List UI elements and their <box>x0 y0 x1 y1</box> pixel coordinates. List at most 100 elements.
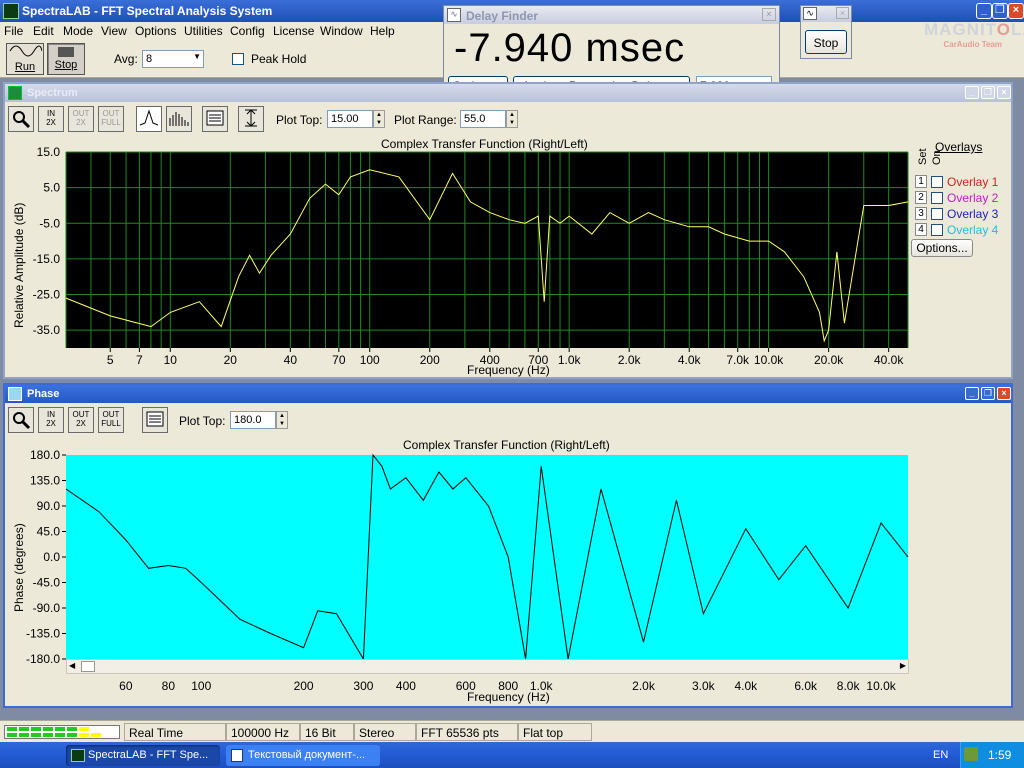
close-icon[interactable]: × <box>762 8 776 21</box>
y-tick-label: -90.0 <box>33 601 61 615</box>
status-fft-size: FFT 65536 pts <box>416 723 518 741</box>
stop-label: Stop <box>54 59 78 71</box>
x-tick-label: 40 <box>284 353 298 367</box>
overlay-label: Overlay 4 <box>947 223 999 237</box>
document-icon <box>231 749 243 762</box>
overlay-on-checkbox[interactable] <box>931 192 943 204</box>
taskbar-text-document[interactable]: Текстовый документ-... <box>226 745 380 766</box>
x-tick-label: 10 <box>164 353 178 367</box>
menu-options[interactable]: Options <box>135 24 176 38</box>
taskbar-spectralab-label: SpectraLAB - FFT Spe... <box>88 749 209 761</box>
menu-license[interactable]: License <box>273 24 314 38</box>
taskbar: SpectraLAB - FFT Spe... Текстовый докуме… <box>0 742 1024 768</box>
overlay-set-button[interactable]: 4 <box>915 223 927 236</box>
x-tick-label: 4.0k <box>678 353 702 367</box>
menu-window[interactable]: Window <box>320 24 363 38</box>
scroll-right-icon[interactable]: ▶ <box>900 661 906 670</box>
x-tick-label: 400 <box>396 679 416 693</box>
x-tick-label: 10.0k <box>754 353 784 367</box>
menu-help[interactable]: Help <box>370 24 395 38</box>
clock: 1:59 <box>988 748 1012 762</box>
x-tick-label: 10.0k <box>866 679 896 693</box>
taskbar-spectralab[interactable]: SpectraLAB - FFT Spe... <box>66 745 220 766</box>
y-tick-label: 90.0 <box>37 499 61 513</box>
x-tick-label: 60 <box>119 679 133 693</box>
overlay-on-checkbox[interactable] <box>931 176 943 188</box>
phase-plot[interactable]: 180.0 135.0 90.0 45.0 0.0 -45.0 -90.0 -135.0 -18… <box>5 385 1011 706</box>
chevron-down-icon: ▼ <box>193 52 201 61</box>
x-tick-label: 4.0k <box>734 679 758 693</box>
restore-icon[interactable]: ❐ <box>992 3 1008 19</box>
avg-select[interactable]: 8 ▼ <box>142 50 204 68</box>
y-tick-label: -45.0 <box>33 576 61 590</box>
system-tray: 1:59 <box>960 742 1024 768</box>
overlays-options-button[interactable]: Options... <box>911 239 973 257</box>
menu-file[interactable]: File <box>4 24 23 38</box>
y-tick-label: -25.0 <box>33 288 61 302</box>
overlay-set-button[interactable]: 1 <box>915 175 927 188</box>
close-icon[interactable]: × <box>836 7 849 19</box>
status-bit-depth: 16 Bit <box>300 723 354 741</box>
close-icon[interactable]: × <box>1008 3 1024 19</box>
stop-mini-title-bar: ∿ × <box>801 6 851 22</box>
stop-square-icon <box>58 47 74 57</box>
overlay-on-checkbox[interactable] <box>931 224 943 236</box>
stop-button[interactable]: Stop <box>47 43 85 75</box>
stop-window-button[interactable]: Stop <box>805 30 847 54</box>
x-tick-label: 8.0k <box>837 679 861 693</box>
avg-label: Avg: <box>114 52 138 66</box>
watermark-sub: CarAudio Team <box>943 40 1002 49</box>
overlays-set-label: Set <box>917 148 929 165</box>
x-tick-label: 20.0k <box>814 353 844 367</box>
menu-edit[interactable]: Edit <box>33 24 54 38</box>
x-tick-label: 1.0k <box>558 353 582 367</box>
x-tick-label: 3.0k <box>692 679 716 693</box>
x-tick-label: 100 <box>360 353 380 367</box>
run-button[interactable]: Run <box>6 43 44 75</box>
watermark-brand: MAGNITOLA <box>924 20 1024 39</box>
sine-wave-icon <box>9 45 43 57</box>
x-tick-label: 2.0k <box>632 679 656 693</box>
spectrum-plot[interactable]: 15.0 5.0 -5.0 -15.0 -25.0 -35.0 5 7 10 20 40 70 100 2… <box>5 84 1011 377</box>
status-window-function: Flat top <box>518 723 592 741</box>
y-tick-label: -35.0 <box>33 323 61 337</box>
overlay-set-button[interactable]: 3 <box>915 207 927 220</box>
phase-plot-background <box>66 455 908 659</box>
menu-config[interactable]: Config <box>230 24 265 38</box>
x-tick-label: 700 <box>528 353 548 367</box>
magnitola-watermark-logo: MAGNITOLA CarAudio Team <box>924 20 1024 50</box>
y-tick-label: 5.0 <box>43 181 60 195</box>
menu-view[interactable]: View <box>101 24 127 38</box>
x-tick-label: 2.0k <box>618 353 642 367</box>
status-sample-rate: 100000 Hz <box>226 723 300 741</box>
wave-icon: ∿ <box>803 7 817 20</box>
y-tick-label: -180.0 <box>26 652 60 666</box>
scroll-left-icon[interactable]: ◀ <box>69 661 75 670</box>
spectrum-panel: Spectrum _ ❐ × IN 2X OUT 2X OUT FULL Plot T… <box>3 82 1013 379</box>
x-tick-label: 300 <box>353 679 373 693</box>
x-tick-label: 800 <box>498 679 518 693</box>
app-title: SpectraLAB - FFT Spectral Analysis Syste… <box>22 4 273 18</box>
delay-finder-title-bar: ∿ Delay Finder × <box>444 6 779 24</box>
language-indicator[interactable]: EN <box>933 749 948 761</box>
minimize-icon[interactable]: _ <box>976 3 992 19</box>
peak-hold-checkbox[interactable] <box>232 53 244 65</box>
tray-shield-icon[interactable] <box>964 747 978 761</box>
menu-mode[interactable]: Mode <box>63 24 93 38</box>
y-tick-label: -5.0 <box>39 216 60 230</box>
x-tick-label: 20 <box>224 353 238 367</box>
scrollbar-thumb[interactable] <box>81 661 95 672</box>
y-tick-label: 15.0 <box>37 145 61 159</box>
y-tick-label: 180.0 <box>30 448 60 462</box>
overlay-set-button[interactable]: 2 <box>915 191 927 204</box>
menu-utilities[interactable]: Utilities <box>184 24 223 38</box>
phase-horizontal-scrollbar[interactable]: ◀ ▶ <box>66 659 909 674</box>
overlay-on-checkbox[interactable] <box>931 208 943 220</box>
status-bar: Real Time 100000 Hz 16 Bit Stereo FFT 65… <box>0 720 1024 742</box>
x-tick-label: 5 <box>107 353 114 367</box>
x-tick-label: 7.0k <box>726 353 750 367</box>
delay-finder-title: Delay Finder <box>466 9 539 23</box>
x-tick-label: 200 <box>420 353 440 367</box>
y-tick-label: 135.0 <box>30 474 60 488</box>
x-tick-label: 40.0k <box>874 353 904 367</box>
